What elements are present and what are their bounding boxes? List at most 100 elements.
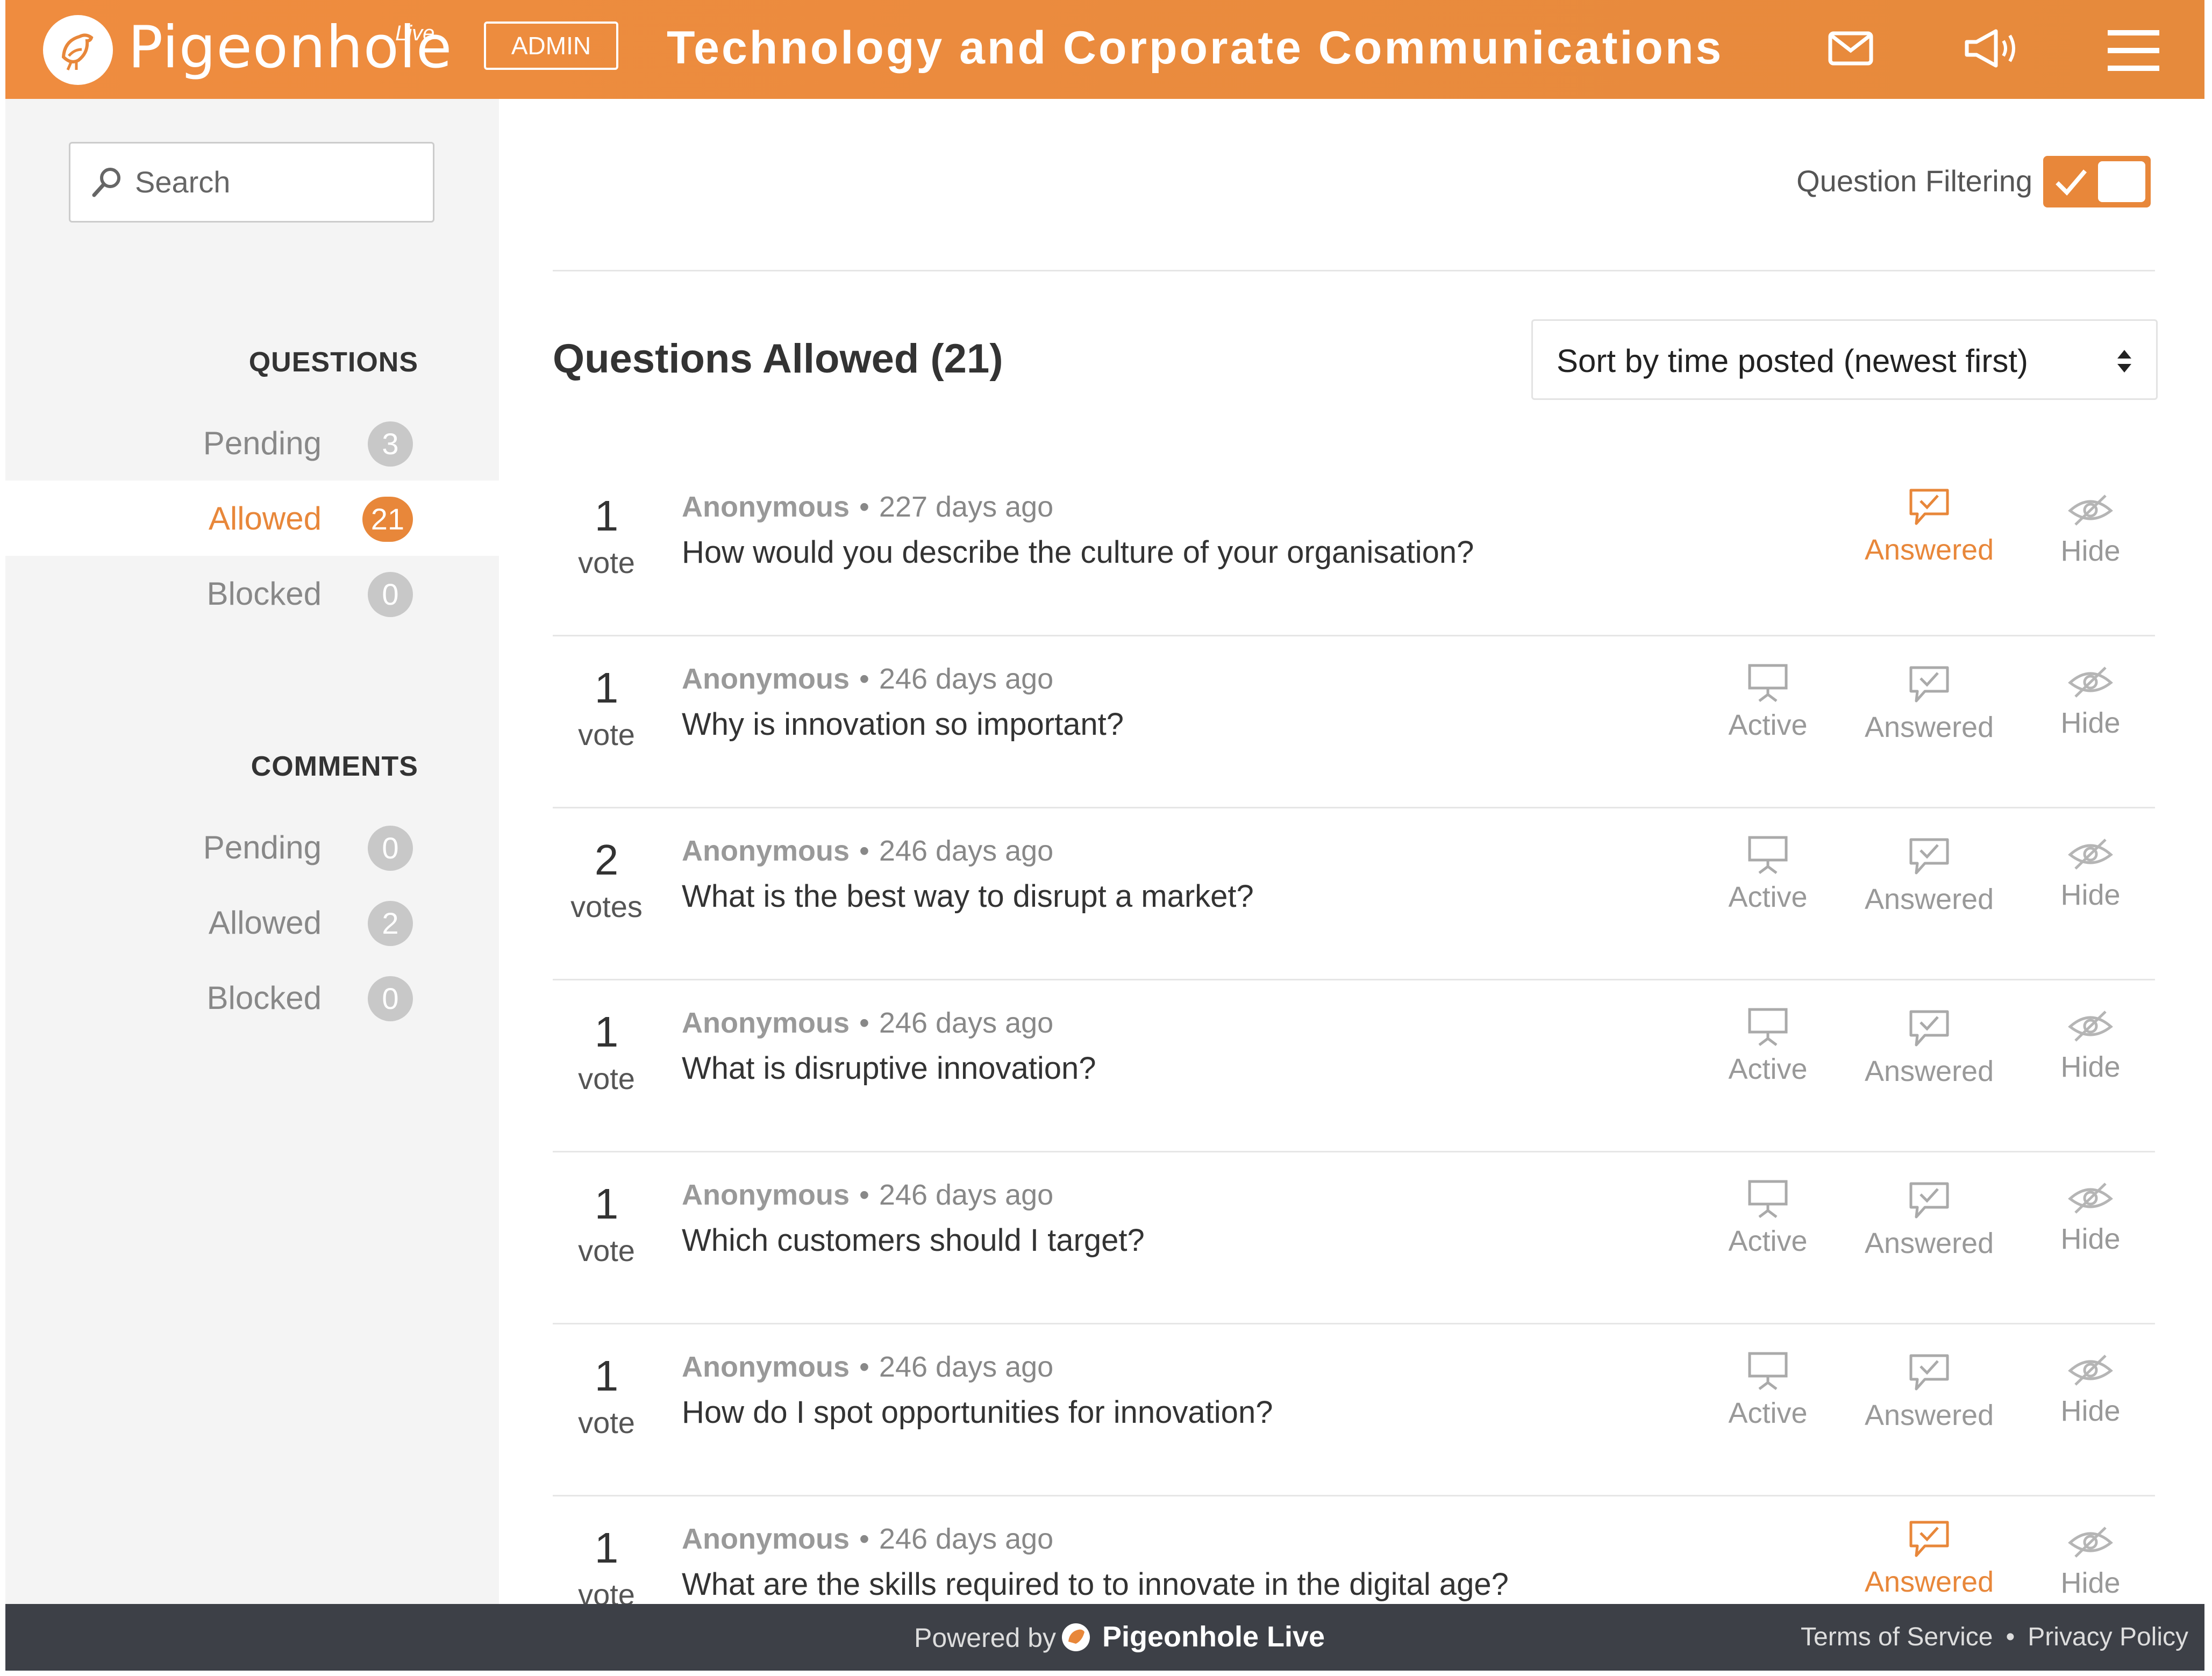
question-row[interactable]: 1 vote Anonymous • 246 days ago How do I s… (553, 1324, 2155, 1496)
active-button[interactable]: Active (1703, 1007, 1832, 1086)
separator-dot: • (859, 1179, 869, 1211)
bird-icon (61, 33, 94, 70)
vote-count: 1 (594, 492, 619, 540)
hide-button[interactable]: Hide (2026, 663, 2155, 740)
question-time: 246 days ago (879, 1007, 1054, 1039)
eye-slash-icon (2026, 1179, 2155, 1217)
hide-label: Hide (2060, 1223, 2121, 1255)
footer-brand[interactable]: Pigeonhole Live (1102, 1620, 1325, 1653)
hide-label: Hide (2060, 879, 2121, 911)
answered-label: Answered (1865, 1227, 1994, 1259)
answered-button[interactable]: Answered (1865, 486, 1994, 567)
answered-button[interactable]: Answered (1865, 1351, 1994, 1432)
answered-chat-icon (1865, 1179, 1994, 1221)
hide-label: Hide (2060, 707, 2121, 739)
hide-button[interactable]: Hide (2026, 1007, 2155, 1084)
answered-label: Answered (1865, 534, 1994, 566)
app-window: Pigeonhole Live ADMIN Technology and Cor… (5, 0, 2204, 1671)
separator-dot: • (859, 1007, 869, 1039)
sidebar-item-label: Allowed (208, 905, 322, 941)
question-row[interactable]: 2 votes Anonymous • 246 days ago What is t… (553, 808, 2155, 980)
question-author: Anonymous (682, 663, 850, 695)
active-button[interactable]: Active (1703, 835, 1832, 914)
answered-chat-icon (1865, 1518, 1994, 1560)
question-row[interactable]: 1 vote Anonymous • 227 days ago How would … (553, 464, 2155, 636)
eye-slash-icon (2026, 491, 2155, 529)
hide-label: Hide (2060, 1395, 2121, 1427)
vote-unit: vote (578, 1062, 635, 1095)
admin-button[interactable]: ADMIN (484, 22, 618, 70)
question-author: Anonymous (682, 1523, 850, 1555)
sidebar-item-questions-blocked[interactable]: Blocked 0 (5, 556, 499, 631)
mail-icon[interactable] (1828, 31, 1873, 68)
search-box[interactable] (69, 142, 434, 223)
answered-button[interactable]: Answered (1865, 1007, 1994, 1088)
question-author: Anonymous (682, 835, 850, 867)
hide-button[interactable]: Hide (2026, 1351, 2155, 1428)
question-author: Anonymous (682, 1179, 850, 1211)
sidebar-item-label: Allowed (208, 500, 322, 536)
sort-select-value: Sort by time posted (newest first) (1557, 343, 2028, 379)
answered-button[interactable]: Answered (1865, 1179, 1994, 1260)
answered-label: Answered (1865, 883, 1994, 915)
sidebar-item-comments-blocked[interactable]: Blocked 0 (5, 960, 499, 1035)
hide-button[interactable]: Hide (2026, 1523, 2155, 1600)
question-filtering-toggle[interactable] (2043, 156, 2151, 207)
pigeonhole-logo[interactable] (43, 15, 113, 85)
question-text: How do I spot opportunities for innovati… (682, 1395, 1273, 1430)
sidebar-item-comments-allowed[interactable]: Allowed 2 (5, 885, 499, 960)
vote-count: 1 (594, 1180, 619, 1228)
hide-label: Hide (2060, 535, 2121, 567)
active-button[interactable]: Active (1703, 1351, 1832, 1430)
vote-count: 1 (594, 1352, 619, 1400)
privacy-link[interactable]: Privacy Policy (2028, 1623, 2188, 1651)
answered-label: Answered (1865, 1566, 1994, 1598)
count-badge: 0 (368, 572, 413, 617)
count-badge: 3 (368, 421, 413, 467)
pigeonhole-mini-logo (1062, 1623, 1090, 1651)
active-button[interactable]: Active (1703, 663, 1832, 742)
separator-dot: • (859, 491, 869, 523)
divider (553, 270, 2155, 271)
answered-chat-icon (1865, 663, 1994, 705)
count-badge: 2 (368, 901, 413, 946)
hide-button[interactable]: Hide (2026, 1179, 2155, 1256)
sidebar-item-label: Pending (203, 425, 322, 461)
menu-icon[interactable] (2108, 30, 2159, 74)
sort-select[interactable]: Sort by time posted (newest first) (1531, 319, 2158, 400)
question-meta: Anonymous • 246 days ago (682, 1178, 1053, 1212)
terms-link[interactable]: Terms of Service (1801, 1623, 1993, 1651)
count-badge: 0 (368, 976, 413, 1021)
search-input[interactable] (134, 160, 416, 204)
active-button[interactable]: Active (1703, 1179, 1832, 1258)
sidebar-item-questions-pending[interactable]: Pending 3 (5, 405, 499, 481)
hide-button[interactable]: Hide (2026, 835, 2155, 912)
questions-heading: QUESTIONS (248, 347, 418, 378)
eye-slash-icon (2026, 1007, 2155, 1045)
presentation-icon (1703, 1351, 1832, 1391)
answered-button[interactable]: Answered (1865, 835, 1994, 916)
sidebar-item-label: Blocked (206, 980, 322, 1016)
question-row[interactable]: 1 vote Anonymous • 246 days ago What is di… (553, 980, 2155, 1152)
vote-count: 1 (594, 1008, 619, 1056)
question-row[interactable]: 1 vote Anonymous • 246 days ago Which cust… (553, 1152, 2155, 1324)
hide-button[interactable]: Hide (2026, 491, 2155, 568)
answered-button[interactable]: Answered (1865, 1518, 1994, 1599)
question-text: Why is innovation so important? (682, 707, 1124, 742)
question-time: 246 days ago (879, 1523, 1054, 1555)
question-time: 246 days ago (879, 663, 1054, 695)
megaphone-icon[interactable] (1963, 27, 2022, 73)
eye-slash-icon (2026, 663, 2155, 701)
eye-slash-icon (2026, 1351, 2155, 1389)
checkmark-icon (2056, 169, 2087, 196)
separator-dot: • (2006, 1623, 2015, 1651)
vote-count: 1 (594, 1524, 619, 1572)
active-label: Active (1728, 1225, 1808, 1257)
question-row[interactable]: 1 vote Anonymous • 246 days ago Why is inn… (553, 636, 2155, 808)
sidebar-item-comments-pending[interactable]: Pending 0 (5, 810, 499, 885)
answered-button[interactable]: Answered (1865, 663, 1994, 744)
question-meta: Anonymous • 246 days ago (682, 662, 1053, 696)
question-text: Which customers should I target? (682, 1223, 1145, 1258)
sidebar-item-questions-allowed[interactable]: Allowed 21 (5, 481, 499, 556)
answered-label: Answered (1865, 711, 1994, 743)
